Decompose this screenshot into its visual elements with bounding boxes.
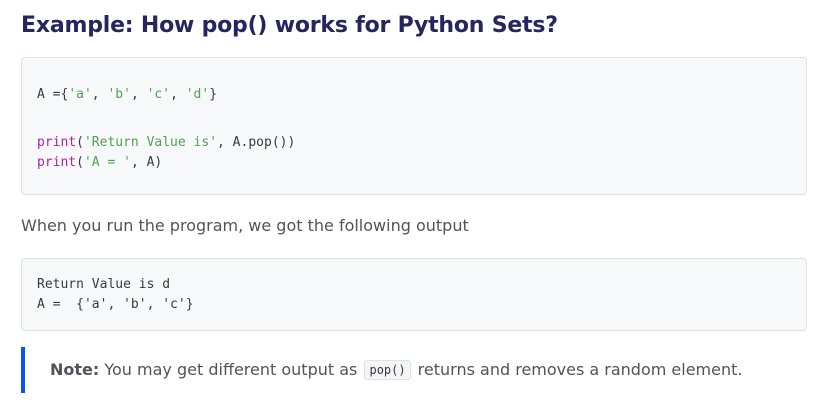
code-line-print-set: print('A = ', A) xyxy=(37,153,162,173)
code-token-string: 'c' xyxy=(146,87,171,102)
code-token-args: , A) xyxy=(130,155,163,170)
output-code-block: Return Value is d A = {'a', 'b', 'c'} xyxy=(21,258,807,331)
code-token-string: 'd' xyxy=(185,87,210,102)
code-token-args: , A.pop()) xyxy=(217,135,296,150)
note-label: Note: xyxy=(50,360,100,379)
output-description: When you run the program, we got the fol… xyxy=(21,216,469,235)
code-token-brace-close: } xyxy=(209,87,218,102)
note-text: Note: You may get different output as po… xyxy=(50,357,742,383)
note-text-after: returns and removes a random element. xyxy=(412,360,743,379)
note-text-before: You may get different output as xyxy=(99,360,363,379)
code-token-function: print xyxy=(37,155,77,170)
example-code-block: A ={'a', 'b', 'c', 'd'} print('Return Va… xyxy=(21,57,807,195)
code-token-string: 'A = ' xyxy=(83,155,131,170)
code-token-paren: ( xyxy=(76,155,84,170)
code-token-paren: ( xyxy=(76,135,84,150)
code-token-string: 'b' xyxy=(107,87,131,102)
page-title: Example: How pop() works for Python Sets… xyxy=(21,13,558,38)
code-token-comma: , xyxy=(130,87,147,102)
code-line-set-definition: A ={'a', 'b', 'c', 'd'} xyxy=(37,85,217,105)
code-token-comma: , xyxy=(170,87,186,102)
inline-code-pop: pop() xyxy=(364,360,411,380)
code-token-variable: A = xyxy=(37,87,61,102)
output-line: A = {'a', 'b', 'c'} xyxy=(37,297,194,312)
code-token-string: 'Return Value is' xyxy=(83,135,218,150)
note-callout: Note: You may get different output as po… xyxy=(21,347,807,393)
output-line: Return Value is d xyxy=(37,277,171,292)
code-line-print-return: print('Return Value is', A.pop()) xyxy=(37,133,295,153)
code-token-comma: , xyxy=(91,87,108,102)
code-token-string: 'a' xyxy=(68,87,92,102)
code-token-function: print xyxy=(37,135,77,150)
